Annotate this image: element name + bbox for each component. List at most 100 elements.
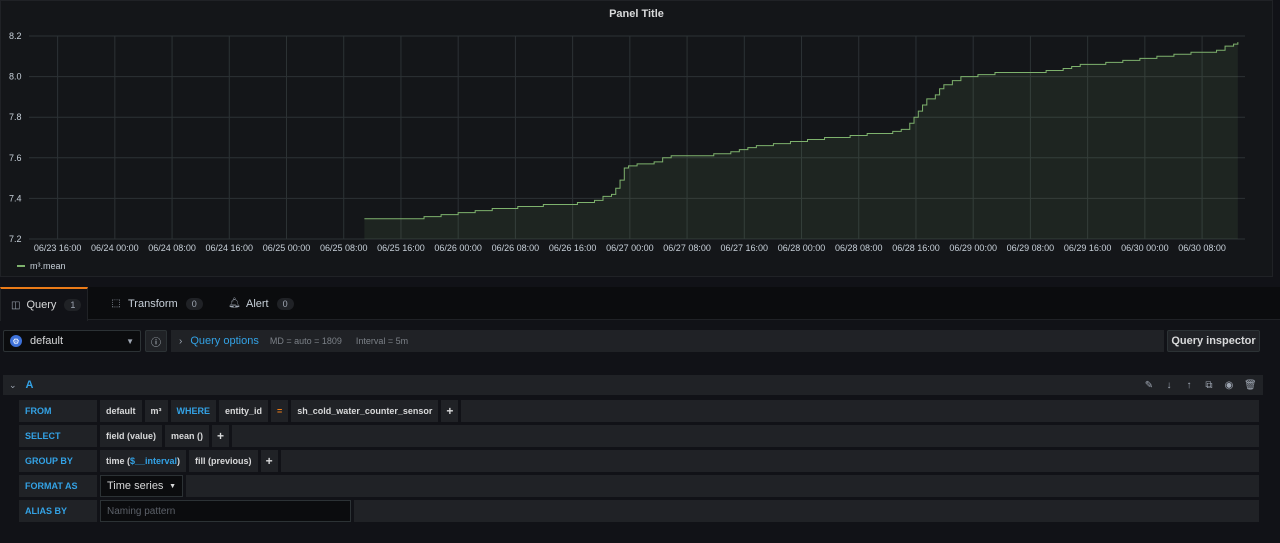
- move-down-icon[interactable]: ↓: [1164, 380, 1174, 391]
- add-tag-button[interactable]: +: [441, 400, 459, 422]
- chevron-down-icon: ▼: [126, 336, 134, 346]
- x-tick-label: 06/28 08:00: [835, 243, 883, 253]
- x-tick-label: 06/30 00:00: [1121, 243, 1169, 253]
- select-row-filler: [232, 425, 1259, 447]
- add-group-by-button[interactable]: +: [260, 450, 278, 472]
- duplicate-icon[interactable]: ⧉: [1204, 380, 1214, 391]
- query-row-header[interactable]: ⌄ A ✎ ↓ ↑ ⧉ ◉ 🗑︎: [3, 375, 1263, 395]
- y-tick-label: 7.6: [9, 153, 22, 163]
- group-by-time[interactable]: time ($__interval): [100, 450, 187, 472]
- help-button[interactable]: ⓘ: [145, 330, 167, 352]
- transform-icon: ⬚: [111, 298, 121, 309]
- datasource-picker[interactable]: ⚙ default ▼: [3, 330, 141, 352]
- format-as-value: Time series: [107, 480, 164, 492]
- group-by-time-prefix: time (: [106, 456, 131, 466]
- x-tick-label: 06/25 08:00: [320, 243, 368, 253]
- y-tick-label: 8.0: [9, 72, 22, 82]
- x-tick-label: 06/27 08:00: [663, 243, 711, 253]
- x-tick-label: 06/24 00:00: [91, 243, 139, 253]
- alias-input[interactable]: [100, 500, 351, 522]
- x-tick-label: 06/25 00:00: [263, 243, 311, 253]
- format-as-row: FORMAT AS Time series ▼: [19, 475, 1259, 497]
- alias-row-filler: [354, 500, 1259, 522]
- query-actions: ✎ ↓ ↑ ⧉ ◉ 🗑︎: [1144, 380, 1263, 391]
- group-by-time-var: $__interval: [130, 456, 178, 466]
- eye-icon[interactable]: ◉: [1224, 380, 1234, 391]
- move-up-icon[interactable]: ↑: [1184, 380, 1194, 391]
- chevron-down-icon[interactable]: ⌄: [9, 380, 17, 391]
- editor-tabs: ◫ Query 1 ⬚ Transform 0 🔔︎ Alert 0: [0, 287, 1280, 321]
- legend-label[interactable]: m³.mean: [30, 261, 66, 271]
- alias-by-label: ALIAS BY: [19, 500, 97, 522]
- caret-down-icon: ▼: [169, 482, 176, 490]
- tab-query[interactable]: ◫ Query 1: [0, 287, 88, 321]
- alias-by-row: ALIAS BY: [19, 500, 1259, 522]
- tag-operator[interactable]: =: [271, 400, 289, 422]
- x-tick-label: 06/26 16:00: [549, 243, 597, 253]
- question-circle-icon: ⓘ: [151, 337, 161, 349]
- trash-icon[interactable]: 🗑︎: [1244, 380, 1257, 391]
- from-row-filler: [461, 400, 1259, 422]
- x-tick-label: 06/30 08:00: [1178, 243, 1226, 253]
- group-by-row: GROUP BY time ($__interval) fill (previo…: [19, 450, 1259, 472]
- influxdb-icon: ⚙: [10, 335, 22, 347]
- x-tick-label: 06/24 16:00: [206, 243, 254, 253]
- select-row: SELECT field (value) mean () +: [19, 425, 1259, 447]
- x-tick-label: 06/26 00:00: [434, 243, 482, 253]
- datasource-name: default: [30, 335, 64, 347]
- x-tick-label: 06/28 00:00: [778, 243, 826, 253]
- format-as-select[interactable]: Time series ▼: [100, 475, 183, 497]
- y-tick-label: 7.4: [9, 193, 22, 203]
- group-by-time-suffix: ): [177, 456, 181, 466]
- tab-alert-label: Alert: [246, 297, 269, 310]
- graph-panel: Panel Title 7.2 7.4 7.6 7.8 8.0 8.2 06/23 16:0…: [0, 0, 1273, 277]
- y-tick-label: 8.2: [9, 31, 22, 41]
- from-row: FROM default m³ WHERE entity_id = sh_col…: [19, 400, 1259, 422]
- tag-key[interactable]: entity_id: [219, 400, 269, 422]
- tab-alert[interactable]: 🔔︎ Alert 0: [218, 287, 304, 320]
- tab-alert-count: 0: [276, 297, 294, 310]
- x-tick-label: 06/26 08:00: [492, 243, 540, 253]
- query-options-toggle[interactable]: › Query options MD = auto = 1809 Interva…: [171, 330, 1164, 352]
- measurement[interactable]: m³: [144, 400, 168, 422]
- x-tick-label: 06/25 16:00: [377, 243, 425, 253]
- retention-policy[interactable]: default: [100, 400, 142, 422]
- x-tick-label: 06/29 08:00: [1007, 243, 1055, 253]
- tab-transform-label: Transform: [128, 297, 178, 310]
- tag-value[interactable]: sh_cold_water_counter_sensor: [291, 400, 439, 422]
- query-options-label: Query options: [190, 335, 259, 347]
- max-data-points-info: MD = auto = 1809: [269, 336, 342, 346]
- chevron-right-icon: ›: [179, 335, 183, 347]
- query-inspector-button[interactable]: Query inspector: [1167, 330, 1260, 352]
- group-by-label: GROUP BY: [19, 450, 97, 472]
- group-by-row-filler: [280, 450, 1259, 472]
- tab-transform[interactable]: ⬚ Transform 0: [100, 287, 213, 320]
- query-ref-id: A: [25, 379, 34, 391]
- y-tick-label: 7.8: [9, 112, 22, 122]
- x-tick-label: 06/29 00:00: [949, 243, 997, 253]
- time-series-chart: 7.2 7.4 7.6 7.8 8.0 8.2 06/23 16:00 06/24 00:00…: [9, 31, 1245, 253]
- x-tick-label: 06/24 08:00: [148, 243, 196, 253]
- x-tick-label: 06/23 16:00: [34, 243, 82, 253]
- add-select-button[interactable]: +: [212, 425, 230, 447]
- legend-swatch: [17, 265, 25, 267]
- select-field[interactable]: field (value): [100, 425, 163, 447]
- from-label: FROM: [19, 400, 97, 422]
- edit-pencil-icon[interactable]: ✎: [1144, 380, 1154, 391]
- legend: m³.mean: [17, 261, 66, 271]
- group-by-fill[interactable]: fill (previous): [189, 450, 258, 472]
- tab-query-label: Query: [26, 299, 57, 311]
- database-icon: ◫: [11, 299, 21, 311]
- y-tick-label: 7.2: [9, 234, 22, 244]
- x-tick-label: 06/27 00:00: [606, 243, 654, 253]
- where-keyword: WHERE: [170, 400, 217, 422]
- format-as-label: FORMAT AS: [19, 475, 97, 497]
- bell-icon: 🔔︎: [228, 298, 241, 309]
- x-tick-label: 06/27 16:00: [721, 243, 769, 253]
- tab-query-count: 1: [64, 299, 82, 311]
- tab-transform-count: 0: [185, 297, 203, 310]
- select-aggregation[interactable]: mean (): [165, 425, 210, 447]
- select-label: SELECT: [19, 425, 97, 447]
- x-tick-label: 06/29 16:00: [1064, 243, 1112, 253]
- format-row-filler: [186, 475, 1259, 497]
